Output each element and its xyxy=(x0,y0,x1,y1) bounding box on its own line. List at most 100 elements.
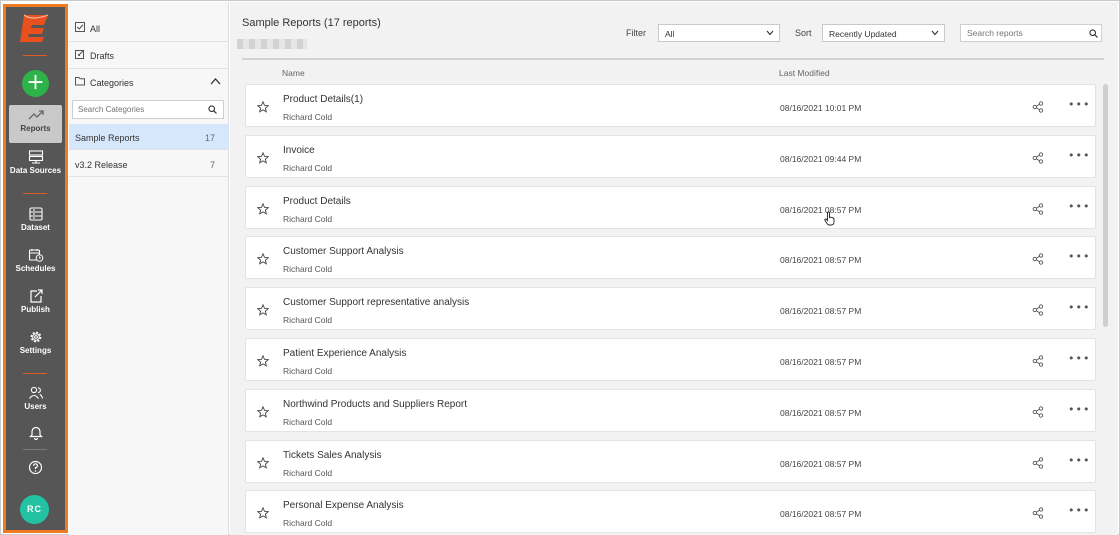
nav-item-dataset[interactable]: Dataset xyxy=(9,204,62,242)
nav-item-reports[interactable]: Reports xyxy=(9,105,62,143)
share-icon[interactable] xyxy=(1032,456,1044,474)
nav-label: Schedules xyxy=(15,264,56,273)
report-modified: 08/16/2021 08:57 PM xyxy=(780,407,862,418)
categories-header[interactable]: Categories xyxy=(69,69,229,97)
more-options-icon[interactable]: ••• xyxy=(1068,505,1090,516)
nav-label: Dataset xyxy=(21,223,50,232)
calendar-clock-icon xyxy=(28,249,43,262)
nav-item-schedules[interactable]: Schedules xyxy=(9,245,62,283)
more-options-icon[interactable]: ••• xyxy=(1068,353,1090,364)
add-button[interactable]: + xyxy=(22,70,49,97)
table-row[interactable]: Invoice Richard Cold 08/16/2021 09:44 PM ••… xyxy=(245,134,1096,178)
categories-panel: All Drafts Categories Sample Reports 17 … xyxy=(69,2,229,535)
table-row[interactable]: Tickets Sales Analysis Richard Cold 08/16/… xyxy=(245,439,1096,483)
report-name[interactable]: Product Details xyxy=(283,196,351,207)
category-item[interactable]: Sample Reports 17 xyxy=(69,124,229,150)
search-icon[interactable] xyxy=(208,105,217,114)
star-icon[interactable] xyxy=(256,100,270,118)
sort-select[interactable]: Recently Updated xyxy=(822,24,945,42)
star-icon[interactable] xyxy=(256,252,270,270)
report-name[interactable]: Tickets Sales Analysis xyxy=(283,450,382,461)
share-icon[interactable] xyxy=(1032,354,1044,372)
report-name[interactable]: Customer Support representative analysis xyxy=(283,297,469,308)
star-icon[interactable] xyxy=(256,303,270,321)
report-search-input[interactable] xyxy=(960,24,1102,42)
category-drafts[interactable]: Drafts xyxy=(69,42,229,69)
share-icon[interactable] xyxy=(1032,252,1044,270)
nav-label: Publish xyxy=(21,305,50,314)
share-icon[interactable] xyxy=(1032,405,1044,423)
publish-icon xyxy=(29,289,43,303)
search-icon[interactable] xyxy=(1089,29,1098,38)
help-icon[interactable] xyxy=(28,460,43,475)
share-icon[interactable] xyxy=(1032,303,1044,321)
nav-divider xyxy=(23,449,47,450)
share-icon[interactable] xyxy=(1032,100,1044,118)
filter-select[interactable]: All xyxy=(658,24,780,42)
hand-cursor-icon xyxy=(824,211,835,226)
star-icon[interactable] xyxy=(256,456,270,474)
category-search-input[interactable] xyxy=(72,100,224,119)
table-row[interactable]: Personal Expense Analysis Richard Cold 08/… xyxy=(245,490,1096,534)
table-row[interactable]: Patient Experience Analysis Richard Cold 0… xyxy=(245,338,1096,381)
nav-item-publish[interactable]: Publish xyxy=(9,286,62,324)
more-options-icon[interactable]: ••• xyxy=(1068,404,1090,415)
nav-item-data-sources[interactable]: Data Sources xyxy=(9,147,62,185)
scrollbar-thumb[interactable] xyxy=(1103,84,1108,327)
more-options-icon[interactable]: ••• xyxy=(1068,99,1090,110)
report-name[interactable]: Personal Expense Analysis xyxy=(283,500,404,511)
sort-label: Sort xyxy=(795,28,812,38)
star-icon[interactable] xyxy=(256,151,270,169)
table-row[interactable]: Product Details Richard Cold 08/16/2021 08… xyxy=(245,185,1096,229)
nav-item-users[interactable]: Users xyxy=(9,383,62,421)
share-icon[interactable] xyxy=(1032,506,1044,524)
more-options-icon[interactable]: ••• xyxy=(1068,251,1090,262)
users-icon xyxy=(28,386,43,399)
more-options-icon[interactable]: ••• xyxy=(1068,150,1090,161)
report-name[interactable]: Invoice xyxy=(283,145,315,156)
edit-icon xyxy=(75,49,85,59)
star-icon[interactable] xyxy=(256,506,270,524)
chevron-up-icon[interactable] xyxy=(210,77,221,85)
nav-divider xyxy=(23,373,47,374)
column-header-name[interactable]: Name xyxy=(282,68,305,78)
star-icon[interactable] xyxy=(256,405,270,423)
database-icon xyxy=(28,150,43,164)
table-row[interactable]: Customer Support representative analysis… xyxy=(245,287,1096,331)
report-modified: 08/16/2021 08:57 PM xyxy=(780,509,862,520)
star-icon[interactable] xyxy=(256,202,270,220)
category-item[interactable]: v3.2 Release 7 xyxy=(69,151,229,177)
report-owner: Richard Cold xyxy=(283,366,333,376)
report-name[interactable]: Patient Experience Analysis xyxy=(283,348,406,359)
report-name[interactable]: Customer Support Analysis xyxy=(283,246,404,257)
table-row[interactable]: Product Details(1) Richard Cold 08/16/2021… xyxy=(245,84,1096,127)
nav-divider xyxy=(23,55,47,56)
share-icon[interactable] xyxy=(1032,151,1044,169)
nav-label: Data Sources xyxy=(9,166,62,175)
nav-item-settings[interactable]: Settings xyxy=(9,327,62,365)
column-header-last-modified[interactable]: Last Modified xyxy=(779,68,830,78)
report-modified: 08/16/2021 08:57 PM xyxy=(780,204,862,215)
report-name[interactable]: Product Details(1) xyxy=(283,94,363,105)
report-owner: Richard Cold xyxy=(283,315,333,326)
more-options-icon[interactable]: ••• xyxy=(1068,302,1090,313)
avatar[interactable]: RC xyxy=(20,495,49,524)
table-row[interactable]: Customer Support Analysis Richard Cold 08/… xyxy=(245,236,1096,280)
trend-icon xyxy=(28,110,44,120)
share-icon[interactable] xyxy=(1032,202,1044,220)
category-all[interactable]: All xyxy=(69,15,229,42)
nav-label: Reports xyxy=(20,124,51,133)
report-modified: 08/16/2021 09:44 PM xyxy=(780,153,862,164)
bell-icon[interactable] xyxy=(29,425,43,440)
nav-label: Users xyxy=(24,402,47,411)
chevron-down-icon xyxy=(931,30,939,36)
more-options-icon[interactable]: ••• xyxy=(1068,201,1090,212)
more-options-icon[interactable]: ••• xyxy=(1068,455,1090,466)
reports-main: Sample Reports (17 reports) Filter All S… xyxy=(230,2,1118,535)
filter-label: Filter xyxy=(626,28,646,38)
table-row[interactable]: Northwind Products and Suppliers Report R… xyxy=(245,388,1096,432)
brand-logo-icon[interactable] xyxy=(18,13,52,43)
checkbox-icon xyxy=(75,22,85,32)
report-name[interactable]: Northwind Products and Suppliers Report xyxy=(283,399,467,410)
star-icon[interactable] xyxy=(256,354,270,372)
